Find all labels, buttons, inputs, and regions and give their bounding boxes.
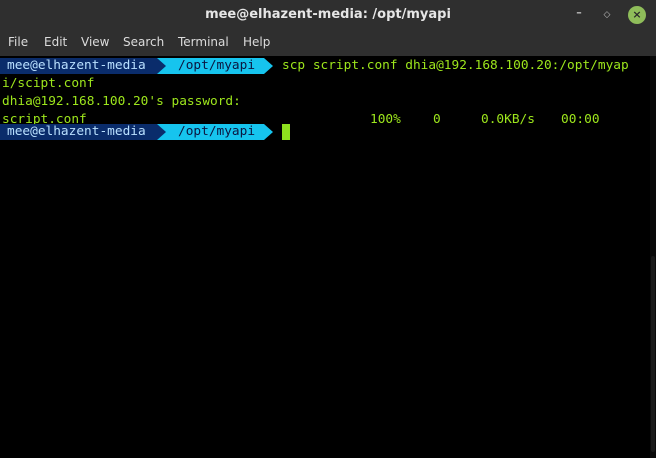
menu-help[interactable]: Help xyxy=(243,35,270,49)
prompt-line: mee@elhazent-media /opt/myapi scp script… xyxy=(0,57,650,75)
prompt-path: /opt/myapi xyxy=(166,58,264,74)
command-wrap-line: i/scipt.conf xyxy=(2,76,95,91)
prompt-separator-arrow xyxy=(157,124,166,140)
text-cursor xyxy=(282,124,290,140)
prompt-user-host: mee@elhazent-media xyxy=(0,124,157,140)
prompt-path-arrow xyxy=(264,58,273,74)
menu-view[interactable]: View xyxy=(81,35,109,49)
maximize-button[interactable]: ◇ xyxy=(598,6,616,24)
command-text: scp script.conf dhia@192.168.100.20:/opt… xyxy=(282,58,629,73)
menu-terminal[interactable]: Terminal xyxy=(178,35,229,49)
close-button[interactable]: × xyxy=(628,6,646,24)
scrollbar-thumb[interactable] xyxy=(651,256,655,452)
prompt-separator-arrow xyxy=(157,58,166,74)
scrollbar[interactable] xyxy=(650,56,656,458)
prompt-line-current: mee@elhazent-media /opt/myapi xyxy=(0,123,650,141)
prompt-path-arrow xyxy=(264,124,273,140)
menu-edit[interactable]: Edit xyxy=(44,35,67,49)
window-title: mee@elhazent-media: /opt/myapi xyxy=(205,7,451,22)
terminal-window: mee@elhazent-media: /opt/myapi – ◇ × Fil… xyxy=(0,0,656,458)
password-prompt-line: dhia@192.168.100.20's password: xyxy=(2,94,241,109)
minimize-button[interactable]: – xyxy=(570,4,588,22)
title-bar[interactable]: mee@elhazent-media: /opt/myapi – ◇ × xyxy=(0,0,656,30)
menu-bar: File Edit View Search Terminal Help xyxy=(0,30,656,56)
menu-file[interactable]: File xyxy=(8,35,28,49)
prompt-user-host: mee@elhazent-media xyxy=(0,58,157,74)
terminal-output[interactable]: mee@elhazent-media /opt/myapi scp script… xyxy=(0,56,656,458)
menu-search[interactable]: Search xyxy=(123,35,164,49)
prompt-path: /opt/myapi xyxy=(166,124,264,140)
